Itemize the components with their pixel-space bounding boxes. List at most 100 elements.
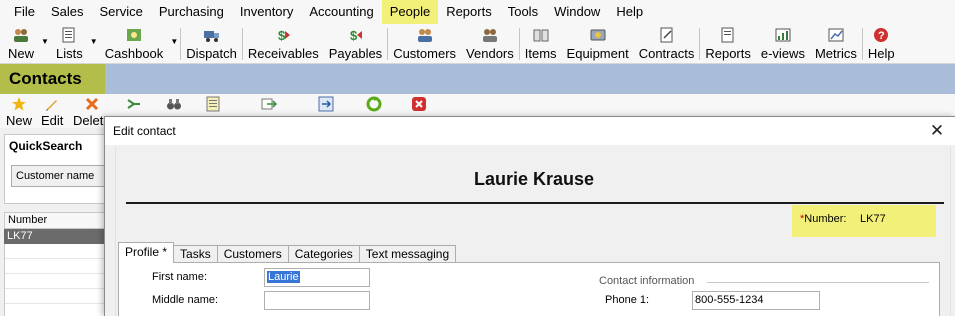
grid-divider: [5, 273, 109, 274]
customers-button-label: Customers: [393, 46, 457, 61]
contact-information-divider: [707, 282, 929, 283]
contact-new-button[interactable]: New: [6, 94, 32, 128]
binoculars-icon: [167, 99, 181, 110]
tab-categories[interactable]: Categories: [287, 245, 360, 263]
page-title: Contacts: [0, 64, 105, 94]
cashbook-icon: [127, 29, 142, 41]
lists-icon: [62, 27, 75, 43]
menu-bar: File Sales Service Purchasing Inventory …: [0, 0, 955, 24]
first-name-label: First name:: [152, 271, 208, 283]
customers-button[interactable]: Customers: [388, 24, 461, 64]
contact-new-label: New: [6, 113, 33, 128]
refresh-icon: [366, 96, 382, 112]
equipment-icon: [590, 29, 606, 41]
find-button[interactable]: [166, 94, 182, 113]
grid-column-number[interactable]: Number: [4, 212, 108, 229]
items-button-label: Items: [524, 46, 557, 61]
vendors-button-label: Vendors: [466, 46, 514, 61]
svg-text:$: $: [278, 28, 286, 43]
help-button-label: Help: [867, 46, 895, 61]
new-button[interactable]: New: [0, 24, 39, 64]
menu-window[interactable]: Window: [546, 0, 608, 24]
table-row[interactable]: LK77: [4, 229, 108, 244]
svg-text:$: $: [350, 28, 358, 43]
contracts-button[interactable]: Contracts: [634, 24, 700, 64]
move-button[interactable]: [318, 94, 334, 113]
dialog-titlebar: Edit contact ✕: [105, 117, 955, 145]
cashbook-button-label: Cashbook: [104, 46, 164, 61]
menu-people[interactable]: People: [381, 0, 439, 24]
help-button[interactable]: ? Help: [863, 24, 900, 64]
contact-name-heading: Laurie Krause: [473, 169, 595, 189]
vendors-icon: [482, 29, 497, 42]
reports-icon: [721, 27, 734, 43]
heading-divider: [126, 202, 944, 204]
quicksearch-field-select[interactable]: Customer name: [11, 165, 111, 187]
eviews-button-label: e-views: [760, 46, 805, 61]
menu-inventory[interactable]: Inventory: [232, 0, 301, 24]
main-toolbar: New ▼ Lists ▼ Cashbook ▼ Dispatch $ Rece…: [0, 24, 955, 64]
contracts-button-label: Contracts: [638, 46, 695, 61]
menu-service[interactable]: Service: [91, 0, 150, 24]
edit-contact-dialog: Edit contact ✕ Laurie Krause *Number: LK…: [104, 116, 955, 316]
export-icon: [261, 98, 277, 110]
svg-text:?: ?: [878, 30, 885, 42]
merge-button[interactable]: [126, 94, 142, 113]
tab-tasks[interactable]: Tasks: [173, 245, 218, 263]
notes-icon: [206, 96, 220, 112]
tab-profile[interactable]: Profile *: [118, 242, 175, 263]
delete-x-icon: [85, 97, 98, 111]
eviews-chart-icon: [775, 28, 791, 42]
menu-tools[interactable]: Tools: [500, 0, 546, 24]
vendors-button[interactable]: Vendors: [461, 24, 519, 64]
payables-button-label: Payables: [328, 46, 383, 61]
metrics-icon: [828, 28, 844, 42]
contacts-header-bar: Contacts: [0, 64, 955, 94]
metrics-button[interactable]: Metrics: [810, 24, 862, 64]
reports-button-label: Reports: [705, 46, 751, 61]
menu-accounting[interactable]: Accounting: [301, 0, 381, 24]
menu-file[interactable]: File: [0, 0, 43, 24]
cashbook-button[interactable]: Cashbook: [100, 24, 169, 64]
tab-customers[interactable]: Customers: [216, 245, 289, 263]
payables-icon: $: [350, 28, 363, 43]
star-icon: [12, 97, 26, 111]
grid-divider: [5, 288, 109, 289]
close-icon[interactable]: ✕: [927, 121, 947, 141]
menu-help[interactable]: Help: [608, 0, 651, 24]
refresh-button[interactable]: [366, 94, 382, 113]
reports-button[interactable]: Reports: [700, 24, 756, 64]
receivables-button[interactable]: $ Receivables: [243, 24, 324, 64]
eviews-button[interactable]: e-views: [756, 24, 810, 64]
grid-divider: [5, 258, 109, 259]
export-button[interactable]: [261, 94, 277, 113]
contact-information-label: Contact information: [599, 275, 695, 287]
pencil-icon: [46, 100, 58, 111]
dialog-tabs: Profile * Tasks Customers Categories Tex…: [118, 242, 457, 263]
first-name-field[interactable]: Laurie: [264, 268, 370, 287]
notes-button[interactable]: [205, 94, 221, 113]
items-button[interactable]: Items: [520, 24, 562, 64]
phone1-field[interactable]: 800-555-1234: [692, 291, 820, 310]
cashbook-dropdown-icon[interactable]: ▼: [168, 24, 180, 64]
dispatch-button[interactable]: Dispatch: [181, 24, 242, 64]
dispatch-truck-icon: [203, 31, 219, 42]
middle-name-field[interactable]: [264, 291, 370, 310]
menu-sales[interactable]: Sales: [43, 0, 92, 24]
lists-dropdown-icon[interactable]: ▼: [88, 24, 100, 64]
payables-button[interactable]: $ Payables: [324, 24, 387, 64]
new-dropdown-icon[interactable]: ▼: [39, 24, 51, 64]
merge-arrows-icon: [127, 99, 140, 109]
equipment-button-label: Equipment: [566, 46, 629, 61]
contact-edit-label: Edit: [41, 113, 64, 128]
number-field[interactable]: LK77: [858, 209, 928, 229]
contact-edit-button[interactable]: Edit: [41, 94, 63, 128]
menu-reports[interactable]: Reports: [438, 0, 500, 24]
menu-purchasing[interactable]: Purchasing: [151, 0, 232, 24]
first-name-value: Laurie: [267, 271, 300, 283]
close-view-button[interactable]: [411, 94, 427, 113]
lists-button[interactable]: Lists: [51, 24, 88, 64]
equipment-button[interactable]: Equipment: [562, 24, 634, 64]
tab-text-messaging[interactable]: Text messaging: [358, 245, 457, 263]
receivables-button-label: Receivables: [247, 46, 319, 61]
